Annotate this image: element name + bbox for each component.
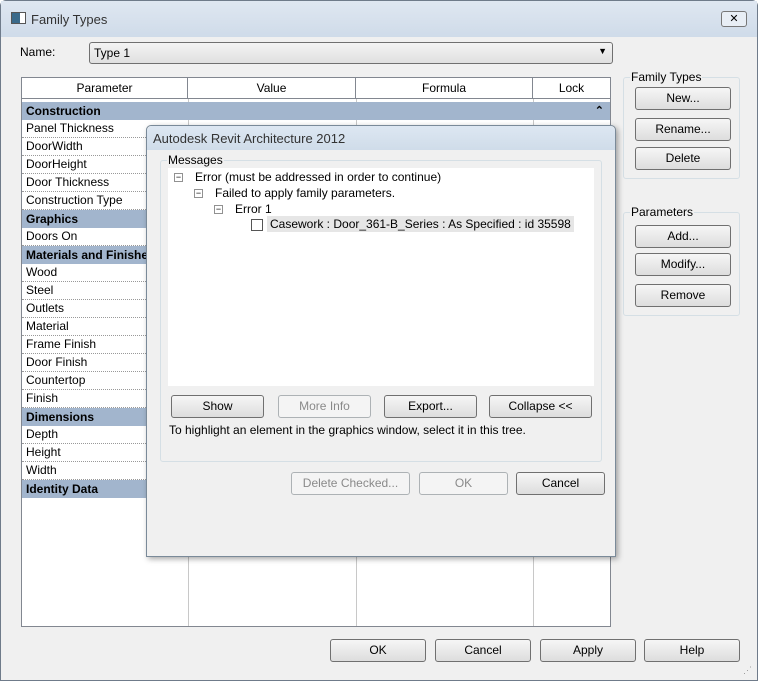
name-value: Type 1 bbox=[94, 46, 131, 60]
more-info-button[interactable]: More Info bbox=[278, 395, 371, 418]
name-label: Name: bbox=[20, 45, 56, 59]
dialog-ok-button[interactable]: OK bbox=[419, 472, 508, 495]
collapse-button[interactable]: Collapse << bbox=[489, 395, 592, 418]
collapse-icon[interactable]: − bbox=[214, 205, 223, 214]
error-dialog: Autodesk Revit Architecture 2012 Message… bbox=[146, 125, 616, 557]
new-type-button[interactable]: New... bbox=[635, 87, 731, 110]
header-formula[interactable]: Formula bbox=[356, 78, 533, 99]
export-button[interactable]: Export... bbox=[384, 395, 477, 418]
family-types-label: Family Types bbox=[630, 70, 703, 84]
messages-label: Messages bbox=[167, 153, 224, 167]
modify-parameter-button[interactable]: Modify... bbox=[635, 253, 731, 276]
help-button[interactable]: Help bbox=[644, 639, 740, 662]
resize-grip-icon[interactable]: ⋰ bbox=[743, 665, 752, 676]
delete-type-button[interactable]: Delete bbox=[635, 147, 731, 170]
dialog-title-bar: Autodesk Revit Architecture 2012 bbox=[147, 126, 615, 150]
tree-node-error[interactable]: Error (must be addressed in order to con… bbox=[195, 170, 441, 184]
category-row[interactable]: Construction ⌃ bbox=[22, 102, 610, 120]
remove-parameter-button[interactable]: Remove bbox=[635, 284, 731, 307]
dialog-cancel-button[interactable]: Cancel bbox=[516, 472, 605, 495]
collapse-icon[interactable]: − bbox=[194, 189, 203, 198]
name-dropdown[interactable]: Type 1 ▼ bbox=[89, 42, 613, 64]
dialog-title: Autodesk Revit Architecture 2012 bbox=[153, 131, 346, 146]
chevron-down-icon: ▼ bbox=[598, 46, 607, 56]
cancel-button[interactable]: Cancel bbox=[435, 639, 531, 662]
app-icon bbox=[11, 12, 26, 24]
rename-type-button[interactable]: Rename... bbox=[635, 118, 731, 141]
tree-node-failed[interactable]: Failed to apply family parameters. bbox=[215, 186, 395, 200]
collapse-icon[interactable]: − bbox=[174, 173, 183, 182]
title-bar: Family Types ✕ bbox=[1, 1, 757, 37]
delete-checked-button[interactable]: Delete Checked... bbox=[291, 472, 410, 495]
show-button[interactable]: Show bbox=[171, 395, 264, 418]
close-button[interactable]: ✕ bbox=[721, 11, 747, 27]
header-value[interactable]: Value bbox=[188, 78, 356, 99]
window-title: Family Types bbox=[31, 12, 108, 27]
add-parameter-button[interactable]: Add... bbox=[635, 225, 731, 248]
tree-node-element[interactable]: Casework : Door_361-B_Series : As Specif… bbox=[267, 216, 574, 232]
hint-text: To highlight an element in the graphics … bbox=[169, 423, 526, 437]
apply-button[interactable]: Apply bbox=[540, 639, 636, 662]
header-lock[interactable]: Lock bbox=[533, 78, 610, 99]
ok-button[interactable]: OK bbox=[330, 639, 426, 662]
parameters-label: Parameters bbox=[630, 205, 695, 219]
element-checkbox[interactable] bbox=[251, 219, 263, 231]
family-types-window: Family Types ✕ Name: Type 1 ▼ Parameter … bbox=[0, 0, 758, 681]
header-parameter[interactable]: Parameter bbox=[22, 78, 188, 99]
collapse-group-icon[interactable]: ⌃ bbox=[595, 102, 604, 120]
messages-tree: − Error (must be addressed in order to c… bbox=[168, 168, 594, 386]
tree-node-error-1[interactable]: Error 1 bbox=[235, 202, 272, 216]
